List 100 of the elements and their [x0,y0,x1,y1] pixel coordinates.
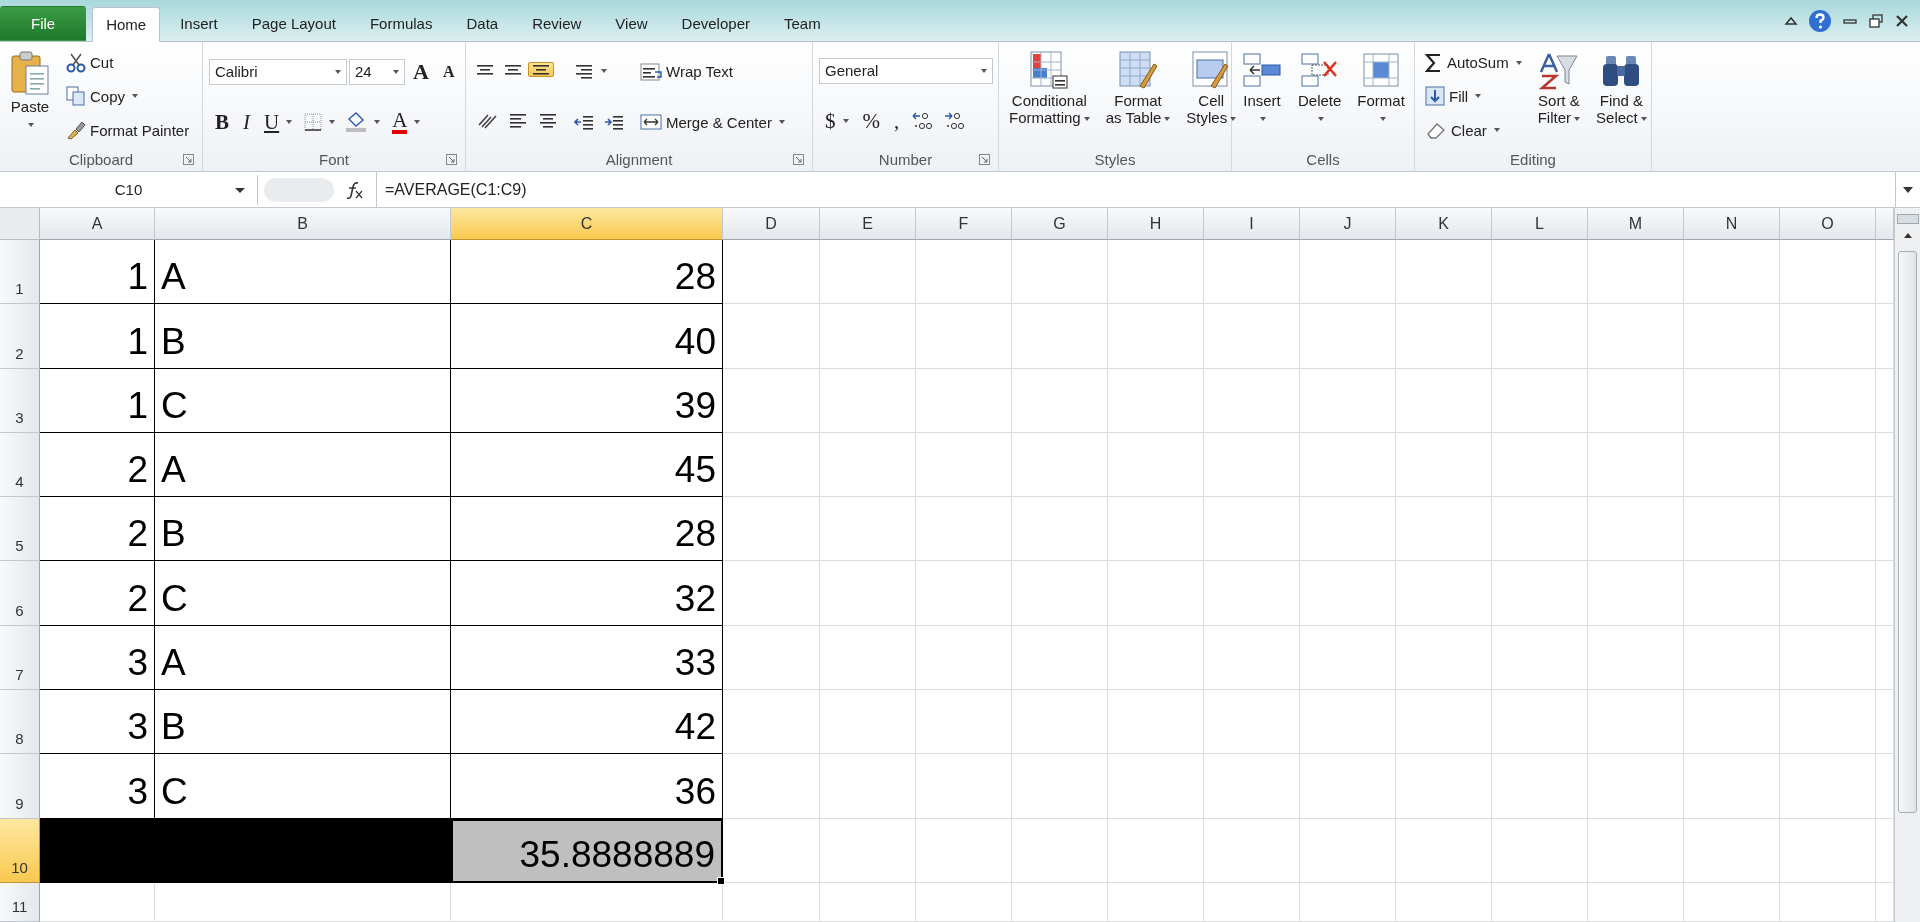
empty-cell[interactable] [1108,690,1204,755]
empty-cell[interactable] [916,432,1012,498]
empty-cell[interactable] [916,754,1012,819]
empty-cell[interactable] [1108,818,1204,883]
dialog-launcher-icon[interactable] [446,154,457,165]
ribbon-button[interactable]: Sort & Filter [1533,46,1585,147]
caret-icon[interactable] [414,120,421,124]
ribbon-tab[interactable]: Review [518,6,596,41]
empty-cell[interactable] [1108,432,1204,498]
empty-cell[interactable] [1204,754,1300,819]
empty-cell[interactable] [1684,690,1780,755]
empty-cell[interactable] [1012,818,1108,883]
empty-cell[interactable] [1204,304,1300,369]
empty-cell[interactable] [723,240,820,305]
empty-cell[interactable] [1780,754,1876,819]
name-box[interactable]: C10 [0,174,258,205]
dropdown-field[interactable]: General [819,57,993,84]
empty-cell[interactable] [1300,432,1396,498]
column-header[interactable]: D [723,208,820,240]
empty-cell[interactable] [1492,818,1588,883]
empty-cell[interactable] [723,368,820,433]
empty-cell[interactable] [723,561,820,626]
ribbon-tab[interactable]: Team [769,6,835,41]
empty-cell[interactable] [1396,625,1492,691]
empty-cell[interactable] [723,625,820,691]
empty-cell[interactable] [820,561,916,626]
ribbon-button[interactable]: Fill [1421,84,1486,109]
empty-cell[interactable] [1012,625,1108,691]
empty-cell[interactable] [1012,240,1108,305]
help-icon[interactable] [1808,8,1832,33]
empty-cell[interactable] [1012,497,1108,562]
empty-cell[interactable] [1204,625,1300,691]
empty-cell[interactable] [820,818,916,883]
empty-cell[interactable] [1780,432,1876,498]
empty-cell[interactable] [1684,240,1780,305]
empty-cell[interactable] [820,690,916,755]
empty-cell[interactable] [1588,561,1684,626]
caret-icon[interactable] [1164,116,1171,121]
column-header[interactable]: I [1204,208,1300,240]
column-header[interactable]: M [1588,208,1684,240]
caret-icon[interactable] [28,122,35,127]
empty-cell[interactable] [1012,690,1108,755]
empty-cell[interactable] [916,240,1012,305]
empty-cell[interactable] [820,882,916,922]
empty-cell[interactable] [820,368,916,433]
ribbon-tab[interactable]: Developer [667,6,764,41]
caret-icon[interactable] [1260,116,1267,121]
row-header[interactable]: 2 [0,304,40,369]
empty-cell[interactable] [1012,882,1108,922]
empty-cell[interactable] [1780,561,1876,626]
empty-cell[interactable] [916,368,1012,433]
ribbon-tab[interactable]: Data [452,6,513,41]
ribbon-button[interactable]: Cell Styles [1182,46,1241,147]
column-header[interactable]: C [451,208,723,240]
ribbon-button[interactable]: Copy [62,84,143,109]
dialog-launcher-icon[interactable] [979,154,990,165]
empty-cell[interactable] [1396,368,1492,433]
dialog-launcher-icon[interactable] [793,154,804,165]
column-header[interactable]: B [155,208,451,240]
empty-cell[interactable] [1204,818,1300,883]
empty-cell[interactable] [723,754,820,819]
empty-cell[interactable] [1396,240,1492,305]
empty-cell[interactable] [723,690,820,755]
ribbon-button[interactable]: AutoSum [1421,50,1526,75]
row-header[interactable]: 11 [0,882,40,922]
empty-cell[interactable] [1684,818,1780,883]
column-header[interactable]: A [40,208,155,240]
empty-cell[interactable] [451,882,723,922]
ribbon-button[interactable]: Wrap Text [636,59,737,84]
empty-cell[interactable] [1588,304,1684,369]
caret-icon[interactable] [842,119,849,123]
caret-icon[interactable] [1230,116,1237,121]
empty-cell[interactable] [820,304,916,369]
empty-cell[interactable] [1588,754,1684,819]
empty-cell[interactable] [1108,304,1204,369]
column-header[interactable]: O [1780,208,1876,240]
empty-cell[interactable] [1300,240,1396,305]
caret-icon[interactable] [1493,128,1500,133]
empty-cell[interactable] [1780,690,1876,755]
file-tab[interactable]: File [0,6,87,41]
empty-cell[interactable] [820,497,916,562]
empty-cell[interactable] [723,497,820,562]
empty-cell[interactable] [1108,754,1204,819]
empty-cell[interactable] [1108,561,1204,626]
empty-cell[interactable] [1588,432,1684,498]
caret-icon[interactable] [601,69,607,74]
empty-cell[interactable] [1204,368,1300,433]
empty-cell[interactable] [916,690,1012,755]
empty-cell[interactable] [155,882,451,922]
caret-icon[interactable] [335,69,341,74]
function-icon[interactable] [344,180,364,199]
split-handle[interactable] [1896,214,1919,224]
ribbon-button[interactable]: Merge & Center [636,111,789,134]
ribbon-button[interactable]: Format as Table [1101,46,1175,147]
empty-cell[interactable] [1204,882,1300,922]
ribbon-button[interactable]: Paste [6,46,54,147]
row-header[interactable]: 6 [0,561,40,626]
dropdown-field[interactable]: 24 [349,58,405,85]
empty-cell[interactable] [1492,240,1588,305]
number-format-button[interactable]: % [856,106,886,136]
